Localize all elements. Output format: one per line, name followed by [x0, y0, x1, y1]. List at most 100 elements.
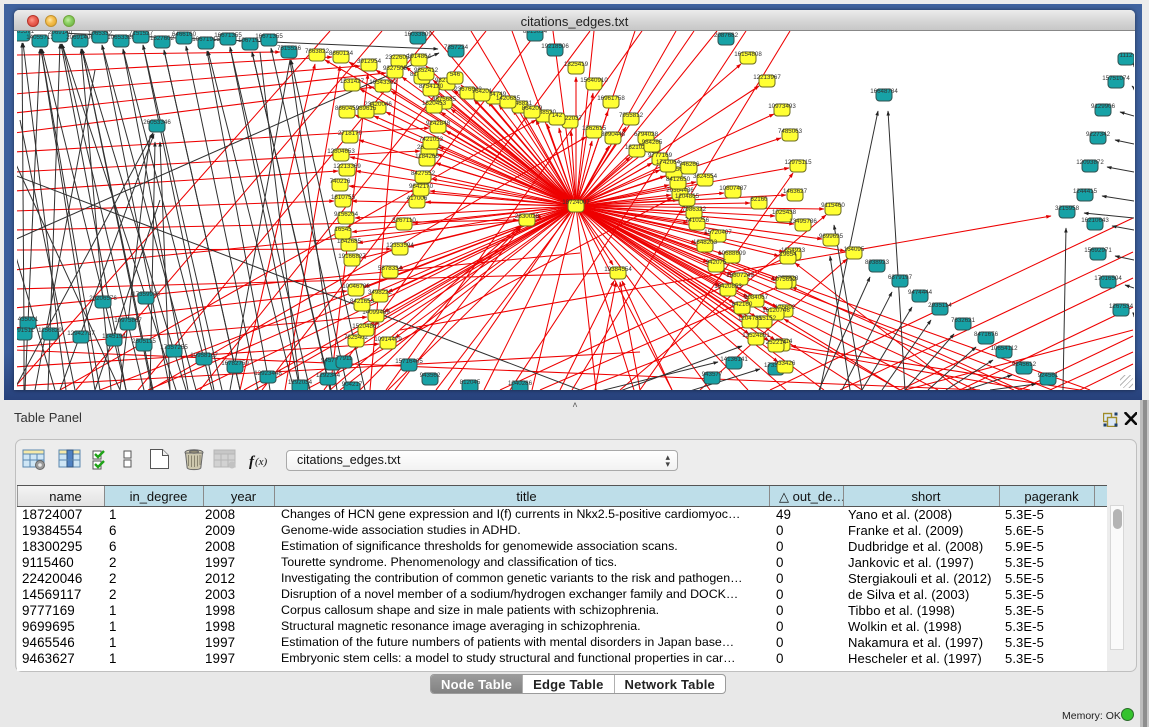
svg-text:1620453: 1620453 [422, 100, 447, 107]
svg-text:12923448: 12923448 [254, 370, 282, 377]
svg-text:7485063: 7485063 [778, 128, 803, 135]
svg-text:1292344: 1292344 [316, 372, 341, 379]
svg-text:924561: 924561 [1038, 372, 1059, 379]
svg-text:1184265: 1184265 [415, 153, 439, 160]
svg-text:12975115: 12975115 [784, 159, 812, 166]
svg-text:1463627: 1463627 [783, 188, 808, 195]
svg-text:9242848: 9242848 [426, 120, 451, 127]
svg-text:12213369: 12213369 [333, 163, 361, 170]
svg-text:2718170: 2718170 [338, 130, 363, 137]
svg-text:8471676: 8471676 [974, 331, 999, 338]
svg-text:10807487: 10807487 [719, 185, 747, 192]
svg-text:10688609: 10688609 [718, 250, 746, 257]
svg-text:16671355: 16671355 [255, 33, 283, 40]
svg-text:10543362: 10543362 [369, 79, 397, 86]
svg-text:9642170: 9642170 [409, 183, 434, 190]
svg-text:1204865: 1204865 [675, 193, 700, 200]
svg-text:10958167: 10958167 [190, 352, 218, 359]
svg-text:8990448: 8990448 [601, 131, 626, 138]
svg-text:3624554: 3624554 [693, 173, 718, 180]
svg-text:26053346: 26053346 [143, 119, 171, 126]
svg-text:13524851: 13524851 [742, 332, 770, 339]
svg-text:9156204: 9156204 [334, 211, 359, 218]
svg-text:1204785: 1204785 [738, 315, 763, 322]
svg-text:842160: 842160 [732, 301, 753, 308]
svg-text:1244415: 1244415 [1073, 188, 1098, 195]
svg-text:14136141: 14136141 [720, 356, 748, 363]
svg-text:984265: 984265 [642, 139, 663, 146]
svg-text:15692971: 15692971 [1084, 247, 1112, 254]
svg-text:3498222: 3498222 [368, 289, 393, 296]
svg-text:10973493: 10973493 [768, 103, 796, 110]
svg-text:19166827: 19166827 [338, 253, 366, 260]
svg-text:812045: 812045 [460, 379, 481, 386]
svg-text:16961758: 16961758 [597, 95, 625, 102]
svg-text:2505115: 2505115 [132, 338, 156, 345]
svg-text:(x): (x) [255, 456, 268, 468]
svg-text:1025438: 1025438 [772, 209, 797, 216]
svg-text:7986322: 7986322 [682, 206, 707, 213]
svg-text:1075692: 1075692 [772, 276, 797, 283]
svg-text:77911: 77911 [336, 355, 353, 362]
svg-text:8813054: 8813054 [523, 31, 548, 35]
svg-text:8421653: 8421653 [350, 298, 375, 305]
svg-text:12804653: 12804653 [327, 148, 355, 155]
svg-text:16648784: 16648784 [870, 88, 898, 95]
svg-text:9852412: 9852412 [414, 67, 439, 74]
svg-text:9777169: 9777169 [648, 152, 673, 159]
svg-text:1325419: 1325419 [564, 61, 589, 68]
svg-text:6794028: 6794028 [634, 131, 659, 138]
svg-text:1914864: 1914864 [407, 53, 432, 60]
svg-text:746266: 746266 [679, 161, 700, 168]
svg-text:12942737: 12942737 [67, 330, 95, 337]
svg-text:164095: 164095 [844, 246, 865, 253]
svg-text:16210643: 16210643 [1081, 217, 1109, 224]
svg-text:546: 546 [450, 71, 461, 78]
svg-text:15640910: 15640910 [580, 77, 608, 84]
svg-text:19654: 19654 [779, 251, 797, 258]
svg-text:1531427: 1531427 [340, 78, 365, 85]
svg-text:252214: 252214 [766, 339, 787, 346]
svg-text:1610755: 1610755 [331, 194, 356, 201]
svg-text:16545: 16545 [334, 226, 352, 233]
svg-text:7515526: 7515526 [277, 45, 302, 52]
svg-text:9129906: 9129906 [1091, 103, 1116, 110]
svg-text:1420685: 1420685 [496, 95, 521, 102]
svg-text:8754120: 8754120 [419, 83, 444, 90]
svg-text:7421053: 7421053 [419, 136, 444, 143]
svg-text:9327505: 9327505 [383, 65, 408, 72]
svg-text:16154808: 16154808 [734, 51, 762, 58]
svg-text:17357255: 17357255 [160, 344, 188, 351]
svg-text:864209: 864209 [522, 105, 543, 112]
svg-text:15720407: 15720407 [704, 229, 732, 236]
svg-text:2087682: 2087682 [714, 32, 739, 39]
svg-text:904217: 904217 [342, 381, 363, 388]
svg-text:1156829: 1156829 [38, 327, 62, 334]
svg-text:12353594: 12353594 [386, 242, 414, 249]
svg-text:15716485: 15716485 [395, 358, 423, 365]
svg-text:9699695: 9699695 [819, 233, 844, 240]
svg-text:9115460: 9115460 [821, 202, 845, 209]
svg-text:3215958: 3215958 [1055, 205, 1080, 212]
svg-text:8412650: 8412650 [666, 176, 691, 183]
svg-text:943577: 943577 [702, 371, 723, 378]
svg-text:391511: 391511 [17, 327, 35, 334]
svg-text:10654112: 10654112 [990, 345, 1018, 352]
svg-text:16120746: 16120746 [762, 307, 790, 314]
svg-text:17359938: 17359938 [132, 291, 160, 298]
svg-text:19384554: 19384554 [604, 266, 632, 273]
svg-text:1145194: 1145194 [102, 333, 126, 340]
svg-text:7410256: 7410256 [685, 217, 710, 224]
svg-text:16420853: 16420853 [714, 283, 742, 290]
svg-text:2935114: 2935114 [928, 302, 952, 309]
svg-text:7357224: 7357224 [444, 44, 469, 51]
svg-text:1267534: 1267534 [1109, 303, 1134, 310]
svg-text:15204867: 15204867 [352, 323, 380, 330]
svg-text:5878334: 5878334 [378, 265, 403, 272]
svg-text:142: 142 [552, 112, 563, 119]
svg-text:933426: 933426 [775, 360, 796, 367]
svg-text:8660459: 8660459 [335, 105, 360, 112]
svg-text:9084067: 9084067 [744, 294, 769, 301]
svg-text:764201: 764201 [472, 88, 493, 95]
svg-text:9245612: 9245612 [1012, 361, 1037, 368]
